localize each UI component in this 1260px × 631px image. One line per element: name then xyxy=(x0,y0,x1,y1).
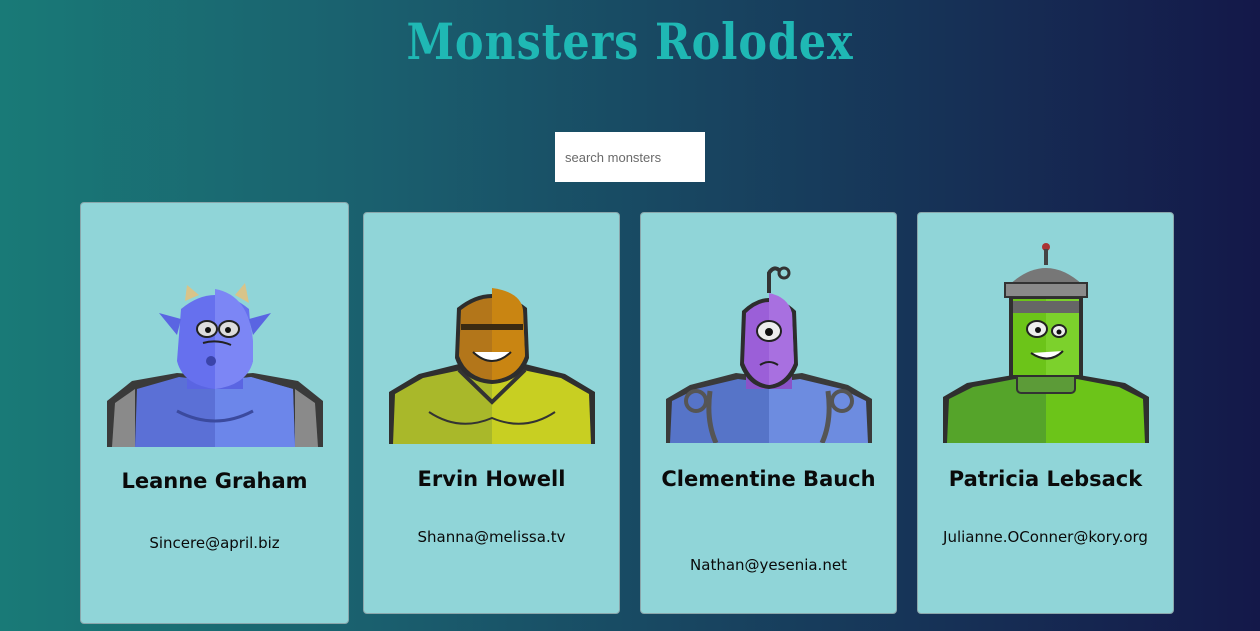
monster-email: Julianne.OConner@kory.org xyxy=(943,528,1148,546)
monster-card[interactable]: Patricia Lebsack Julianne.OConner@kory.o… xyxy=(917,212,1174,614)
monster-avatar-image xyxy=(942,243,1149,443)
monster-name: Leanne Graham xyxy=(121,469,308,493)
page-title: Monsters Rolodex xyxy=(406,12,854,71)
monster-avatar-image xyxy=(665,266,872,443)
monster-email: Shanna@melissa.tv xyxy=(417,528,566,546)
monster-card[interactable]: Ervin Howell Shanna@melissa.tv xyxy=(363,212,620,614)
monster-card[interactable]: Leanne Graham Sincere@april.biz xyxy=(80,202,349,624)
monster-email: Nathan@yesenia.net xyxy=(690,556,847,574)
search-input[interactable] xyxy=(555,132,705,182)
monster-avatar-image xyxy=(106,283,323,447)
monster-email: Sincere@april.biz xyxy=(149,534,280,552)
monster-name: Clementine Bauch xyxy=(661,467,876,491)
monster-avatar-image xyxy=(388,288,595,444)
monster-name: Patricia Lebsack xyxy=(948,467,1143,491)
monster-name: Ervin Howell xyxy=(417,467,566,491)
monster-card[interactable]: Clementine Bauch Nathan@yesenia.net xyxy=(640,212,897,614)
